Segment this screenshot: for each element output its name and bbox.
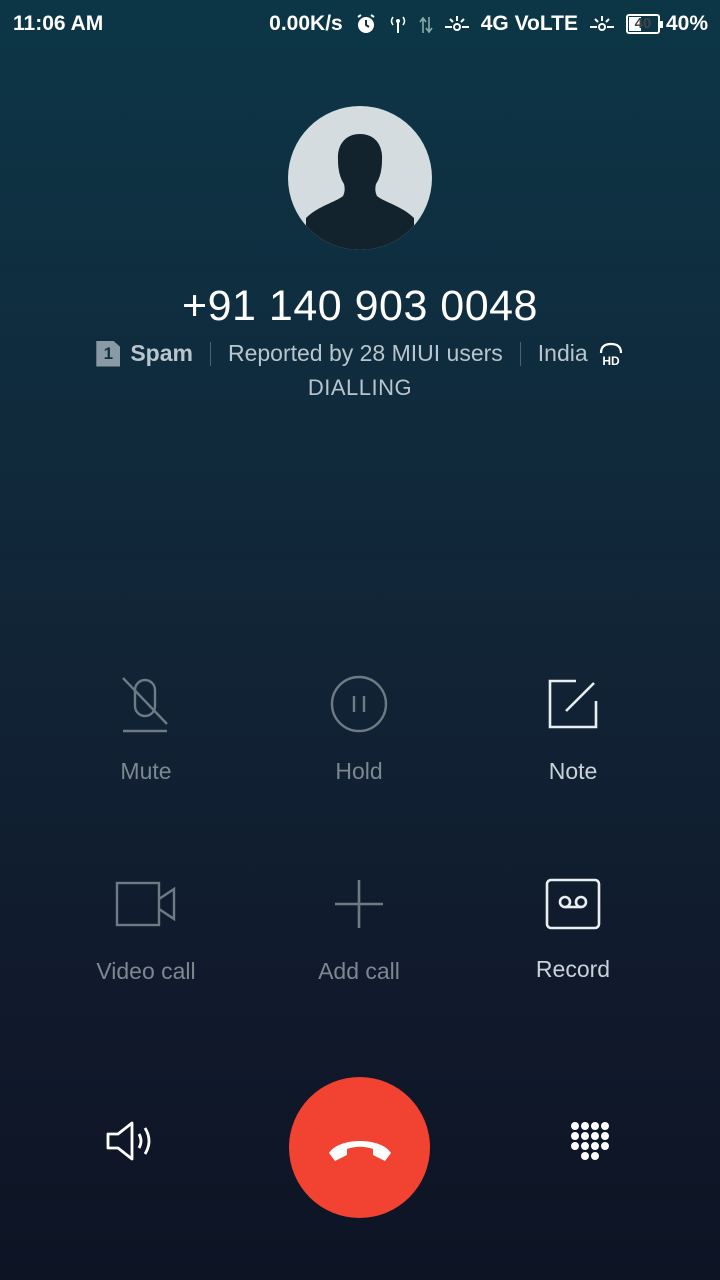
spam-tag: Spam	[130, 340, 193, 366]
note-label: Note	[548, 758, 598, 784]
video-call-label: Video call	[96, 958, 196, 984]
add-call-button[interactable]: Add call	[259, 872, 459, 985]
pause-icon	[330, 675, 388, 733]
dialpad-button[interactable]	[560, 1115, 620, 1167]
hd-voice-icon: HD	[599, 342, 622, 367]
network-type: 4G VoLTE	[480, 12, 578, 35]
record-tape-icon	[545, 878, 601, 930]
hang-up-icon	[328, 1140, 391, 1161]
dialpad-icon	[571, 1122, 609, 1160]
plus-icon	[335, 880, 383, 928]
record-label: Record	[535, 956, 611, 982]
speaker-icon	[106, 1121, 151, 1161]
mute-label: Mute	[120, 758, 172, 784]
signal-icon	[589, 16, 614, 31]
spam-report-count: Reported by 28 MIUI users	[227, 340, 503, 366]
call-status: DIALLING	[307, 375, 413, 400]
hold-button[interactable]: Hold	[259, 672, 459, 785]
note-edit-icon	[548, 679, 598, 729]
add-call-label: Add call	[318, 958, 400, 984]
record-button[interactable]: Record	[473, 872, 673, 983]
divider	[209, 341, 211, 366]
network-speed: 0.00K/s	[269, 12, 343, 35]
caller-number: +91 140 903 0048	[182, 282, 538, 330]
sim-slot-icon: 1	[96, 340, 121, 367]
alarm-icon	[357, 14, 375, 33]
status-bar: 11:06 AM 0.00K/s 4G VoLTE 40 40%	[0, 0, 720, 50]
person-silhouette-icon	[306, 134, 414, 250]
hold-label: Hold	[335, 758, 383, 784]
data-arrows-icon	[419, 16, 433, 34]
divider	[519, 341, 521, 366]
end-call-button[interactable]	[289, 1077, 430, 1218]
mic-off-icon	[122, 677, 168, 733]
caller-info-line: 1 Spam Reported by 28 MIUI users India H…	[0, 340, 720, 367]
contact-avatar	[288, 106, 432, 250]
hd-label: HD	[602, 354, 620, 367]
video-call-button[interactable]: Video call	[46, 872, 246, 985]
mute-button[interactable]: Mute	[46, 672, 246, 785]
battery-level: 40	[634, 15, 652, 32]
hotspot-icon	[390, 16, 406, 33]
note-button[interactable]: Note	[473, 672, 673, 785]
battery-icon: 40	[625, 14, 663, 34]
status-time: 11:06 AM	[13, 12, 104, 35]
caller-location: India	[537, 340, 588, 366]
battery-percent: 40%	[665, 12, 708, 35]
speaker-button[interactable]	[100, 1115, 160, 1167]
video-camera-icon	[115, 881, 176, 927]
signal-icon	[444, 16, 469, 31]
status-icons: 0.00K/s 4G VoLTE 40 40%	[269, 12, 708, 36]
